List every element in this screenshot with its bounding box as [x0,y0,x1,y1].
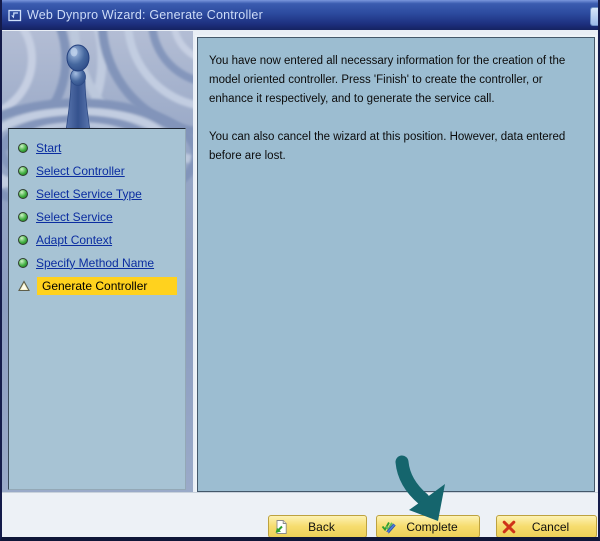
step-select-service[interactable]: Select Service [9,205,185,228]
step-select-controller[interactable]: Select Controller [9,159,185,182]
green-status-dot-icon [18,188,28,199]
step-generate-controller-current[interactable]: Generate Controller [9,274,185,297]
instruction-panel: You have now entered all necessary infor… [195,35,597,494]
close-button[interactable] [590,7,598,26]
step-label[interactable]: Specify Method Name [36,256,154,270]
green-status-dot-icon [18,234,28,245]
step-adapt-context[interactable]: Adapt Context [9,228,185,251]
back-page-icon [275,519,287,534]
step-label[interactable]: Start [36,141,61,155]
window-title: Web Dynpro Wizard: Generate Controller [27,8,263,22]
back-button[interactable]: Back [268,515,367,537]
window-session-icon [8,9,22,21]
step-label[interactable]: Select Service [36,210,113,224]
complete-check-pencil-icon [381,521,396,534]
complete-button-label: Complete [406,519,458,534]
green-status-dot-icon [18,142,28,153]
complete-button[interactable]: Complete [376,515,480,537]
back-button-label: Back [308,519,335,534]
step-label[interactable]: Select Service Type [36,187,142,201]
cancel-x-icon [502,520,516,533]
step-start[interactable]: Start [9,136,185,159]
button-bar: Back Complete Cancel [2,492,598,537]
current-step-triangle-icon [18,279,30,291]
instruction-text-2: You can also cancel the wizard at this p… [209,131,566,162]
step-label[interactable]: Select Controller [36,164,125,178]
green-status-dot-icon [18,211,28,222]
title-bar: Web Dynpro Wizard: Generate Controller [2,0,598,30]
step-specify-method-name[interactable]: Specify Method Name [9,251,185,274]
step-label[interactable]: Generate Controller [37,276,177,295]
cancel-button[interactable]: Cancel [496,515,597,537]
step-select-service-type[interactable]: Select Service Type [9,182,185,205]
green-status-dot-icon [18,257,28,268]
green-status-dot-icon [18,165,28,176]
instruction-text-1: You have now entered all necessary infor… [209,55,566,105]
cancel-button-label: Cancel [531,519,570,534]
wizard-steps-panel: Start Select Controller Select Service T… [8,128,186,490]
wizard-dialog-window: Web Dynpro Wizard: Generate Controller S… [0,0,600,541]
step-label[interactable]: Adapt Context [36,233,112,247]
